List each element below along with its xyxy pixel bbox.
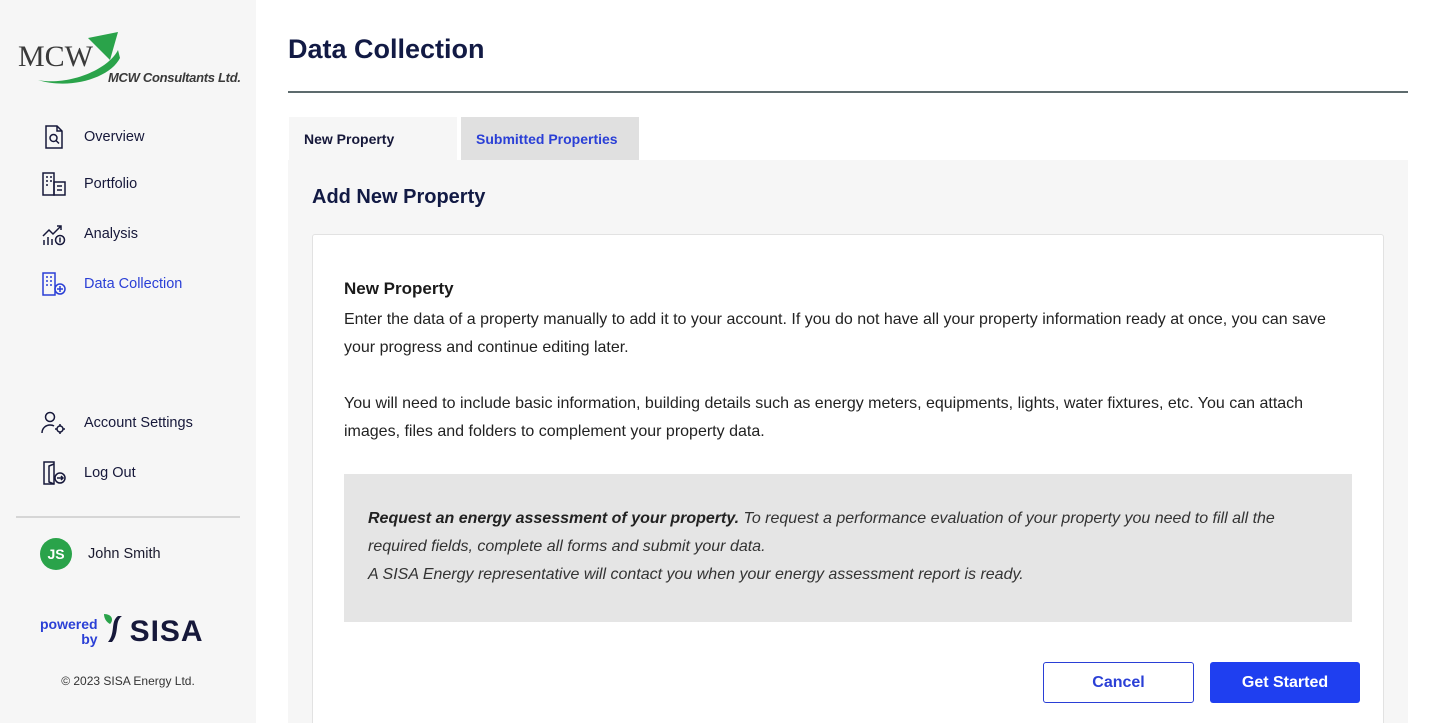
sidebar-item-analysis[interactable]: Analysis — [40, 219, 138, 249]
intro-paragraph: Enter the data of a property manually to… — [344, 311, 1326, 356]
title-divider — [288, 91, 1408, 93]
user-name: John Smith — [88, 546, 161, 562]
svg-text:MCW: MCW — [18, 40, 94, 73]
card-heading: New Property — [344, 279, 454, 298]
sidebar-divider — [16, 516, 240, 518]
buildings-portfolio-icon — [40, 170, 68, 198]
sidebar-item-account-settings[interactable]: Account Settings — [40, 408, 193, 438]
sidebar-item-data-collection[interactable]: Data Collection — [40, 269, 182, 299]
sisa-leaf-icon — [102, 612, 128, 651]
sidebar-item-label: Account Settings — [84, 415, 193, 431]
report-search-icon — [40, 123, 68, 151]
details-paragraph: You will need to include basic informati… — [344, 395, 1304, 440]
new-property-card: New Property Enter the data of a propert… — [312, 234, 1384, 723]
get-started-button[interactable]: Get Started — [1210, 662, 1360, 703]
copyright: © 2023 SISA Energy Ltd. — [61, 674, 195, 688]
tab-new-property[interactable]: New Property — [289, 117, 457, 160]
sidebar: MCW MCW Consultants Ltd. Overview Portfo… — [0, 0, 256, 723]
chart-growth-icon — [40, 220, 68, 248]
sisa-brand: SISA — [129, 614, 204, 648]
tab-panel: Add New Property New Property Enter the … — [288, 160, 1408, 723]
user-profile[interactable]: JS John Smith — [40, 538, 161, 570]
logout-door-icon — [40, 459, 68, 487]
app-root: MCW MCW Consultants Ltd. Overview Portfo… — [0, 0, 1440, 723]
tab-submitted-properties[interactable]: Submitted Properties — [461, 117, 639, 160]
powered-by-label: powered by — [40, 615, 98, 647]
page-title: Data Collection — [288, 34, 485, 64]
sidebar-item-label: Data Collection — [84, 276, 183, 292]
company-name: MCW Consultants Ltd. — [108, 70, 241, 85]
user-gear-icon — [40, 409, 68, 437]
tab-bar: New Property Submitted Properties — [289, 117, 643, 160]
sidebar-item-label: Analysis — [84, 226, 138, 242]
assessment-notice: Request an energy assessment of your pro… — [344, 474, 1352, 622]
company-logo[interactable]: MCW MCW Consultants Ltd. — [18, 30, 243, 90]
sidebar-item-portfolio[interactable]: Portfolio — [40, 169, 137, 199]
panel-title: Add New Property — [312, 186, 486, 208]
sidebar-item-label: Portfolio — [84, 176, 138, 192]
sidebar-item-label: Log Out — [84, 465, 136, 481]
notice-bold: Request an energy assessment of your pro… — [368, 510, 740, 527]
cancel-button[interactable]: Cancel — [1043, 662, 1194, 703]
sidebar-item-log-out[interactable]: Log Out — [40, 458, 136, 488]
avatar: JS — [40, 538, 72, 570]
sidebar-item-label: Overview — [84, 129, 145, 145]
main-content: Data Collection New Property Submitted P… — [256, 0, 1440, 723]
powered-by-sisa: powered by SISA — [40, 612, 204, 651]
building-add-icon — [40, 270, 68, 298]
sidebar-item-overview[interactable]: Overview — [40, 122, 144, 152]
notice-line2: A SISA Energy representative will contac… — [368, 566, 1024, 583]
